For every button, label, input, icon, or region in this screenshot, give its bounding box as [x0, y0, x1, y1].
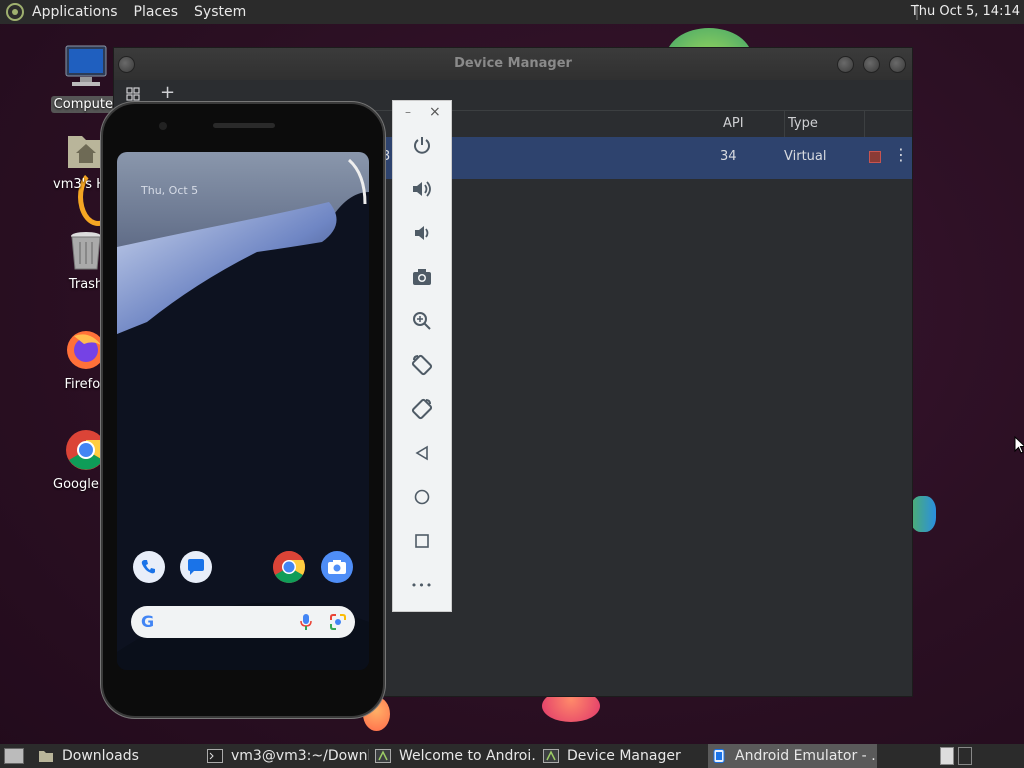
workspace-switcher-empty[interactable] — [958, 747, 972, 765]
emulator-screen[interactable]: Thu, Oct 5 G — [117, 152, 369, 670]
distro-logo-icon[interactable] — [6, 3, 24, 21]
google-search-bar[interactable]: G — [131, 606, 355, 638]
menu-places[interactable]: Places — [126, 4, 187, 20]
dock-camera-app[interactable] — [321, 551, 353, 583]
desktop-icon-computer[interactable]: Computer — [50, 44, 122, 113]
maximize-button[interactable] — [863, 56, 880, 73]
emulator-minimize-button[interactable]: – — [405, 105, 411, 119]
wallpaper — [117, 152, 369, 670]
google-lens-icon[interactable] — [329, 613, 347, 631]
wallpaper-bubble-blue — [910, 496, 936, 532]
column-divider — [784, 111, 785, 137]
clock[interactable]: Thu Oct 5, 14:14 — [911, 4, 1020, 19]
menu-system[interactable]: System — [186, 4, 254, 20]
screenshot-camera-icon[interactable] — [410, 265, 434, 289]
microphone-icon[interactable] — [300, 613, 312, 631]
taskbar-item-terminal[interactable]: vm3@vm3:~/Downl… — [207, 744, 369, 768]
rotate-right-icon[interactable] — [410, 397, 434, 421]
google-logo-icon: G — [141, 612, 155, 631]
mouse-cursor-icon — [1014, 436, 1024, 454]
show-desktop-icon[interactable] — [4, 748, 24, 764]
overview-icon[interactable] — [410, 529, 434, 553]
chrome-icon — [273, 551, 305, 583]
workspace-switcher[interactable] — [940, 747, 954, 765]
emulator-device-frame: Thu, Oct 5 G — [101, 102, 385, 718]
phone-icon — [141, 560, 155, 574]
dock-chrome-app[interactable] — [273, 551, 305, 583]
volume-up-icon[interactable] — [410, 177, 434, 201]
column-header-api[interactable]: API — [723, 116, 744, 131]
taskbar-item-label: Downloads — [62, 748, 139, 764]
taskbar-item-downloads[interactable]: Downloads — [38, 744, 198, 768]
stop-device-button[interactable] — [869, 151, 881, 163]
emulator-icon — [713, 749, 725, 763]
top-panel: Applications Places System Thu Oct 5, 14… — [0, 0, 1024, 24]
zoom-icon[interactable] — [410, 309, 434, 333]
more-options-icon[interactable]: ••• — [410, 573, 434, 597]
device-type: Virtual — [784, 149, 827, 164]
android-studio-icon — [375, 749, 391, 763]
lock-screen-date: Thu, Oct 5 — [141, 184, 199, 197]
taskbar-item-label: Welcome to Androi… — [399, 748, 537, 764]
power-icon[interactable] — [410, 133, 434, 157]
emulator-toolbar: – × ••• — [392, 100, 452, 612]
emulator-close-button[interactable]: × — [429, 104, 441, 120]
back-icon[interactable] — [410, 441, 434, 465]
rotate-left-icon[interactable] — [410, 353, 434, 377]
column-header-type[interactable]: Type — [788, 116, 818, 131]
earpiece-speaker — [213, 123, 275, 128]
device-actions-menu-icon[interactable]: ⋮ — [893, 147, 909, 163]
camera-icon — [328, 560, 346, 574]
minimize-button[interactable] — [837, 56, 854, 73]
device-api: 34 — [720, 149, 737, 164]
window-title: Device Manager — [454, 56, 572, 71]
column-divider — [864, 111, 865, 137]
dock-messages-app[interactable] — [180, 551, 212, 583]
bottom-taskbar: Downloads vm3@vm3:~/Downl… Welcome to An… — [0, 744, 1024, 768]
volume-down-icon[interactable] — [410, 221, 434, 245]
messages-icon — [188, 559, 204, 575]
home-icon[interactable] — [410, 485, 434, 509]
android-studio-icon — [543, 749, 559, 763]
taskbar-item-android-emulator[interactable]: Android Emulator - … — [708, 744, 877, 768]
terminal-icon — [207, 749, 223, 763]
taskbar-item-device-manager[interactable]: Device Manager — [543, 744, 703, 768]
taskbar-item-label: Device Manager — [567, 748, 681, 764]
add-device-button[interactable]: + — [160, 82, 175, 103]
dock-phone-app[interactable] — [133, 551, 165, 583]
menu-applications[interactable]: Applications — [24, 4, 126, 20]
folder-icon — [39, 751, 53, 762]
front-camera — [159, 122, 167, 130]
computer-icon — [65, 45, 107, 86]
taskbar-item-welcome-android-studio[interactable]: Welcome to Androi… — [375, 744, 537, 768]
close-button[interactable] — [889, 56, 906, 73]
taskbar-item-label: Android Emulator - … — [735, 748, 877, 764]
window-titlebar[interactable]: Device Manager — [114, 48, 912, 80]
taskbar-item-label: vm3@vm3:~/Downl… — [231, 748, 369, 764]
